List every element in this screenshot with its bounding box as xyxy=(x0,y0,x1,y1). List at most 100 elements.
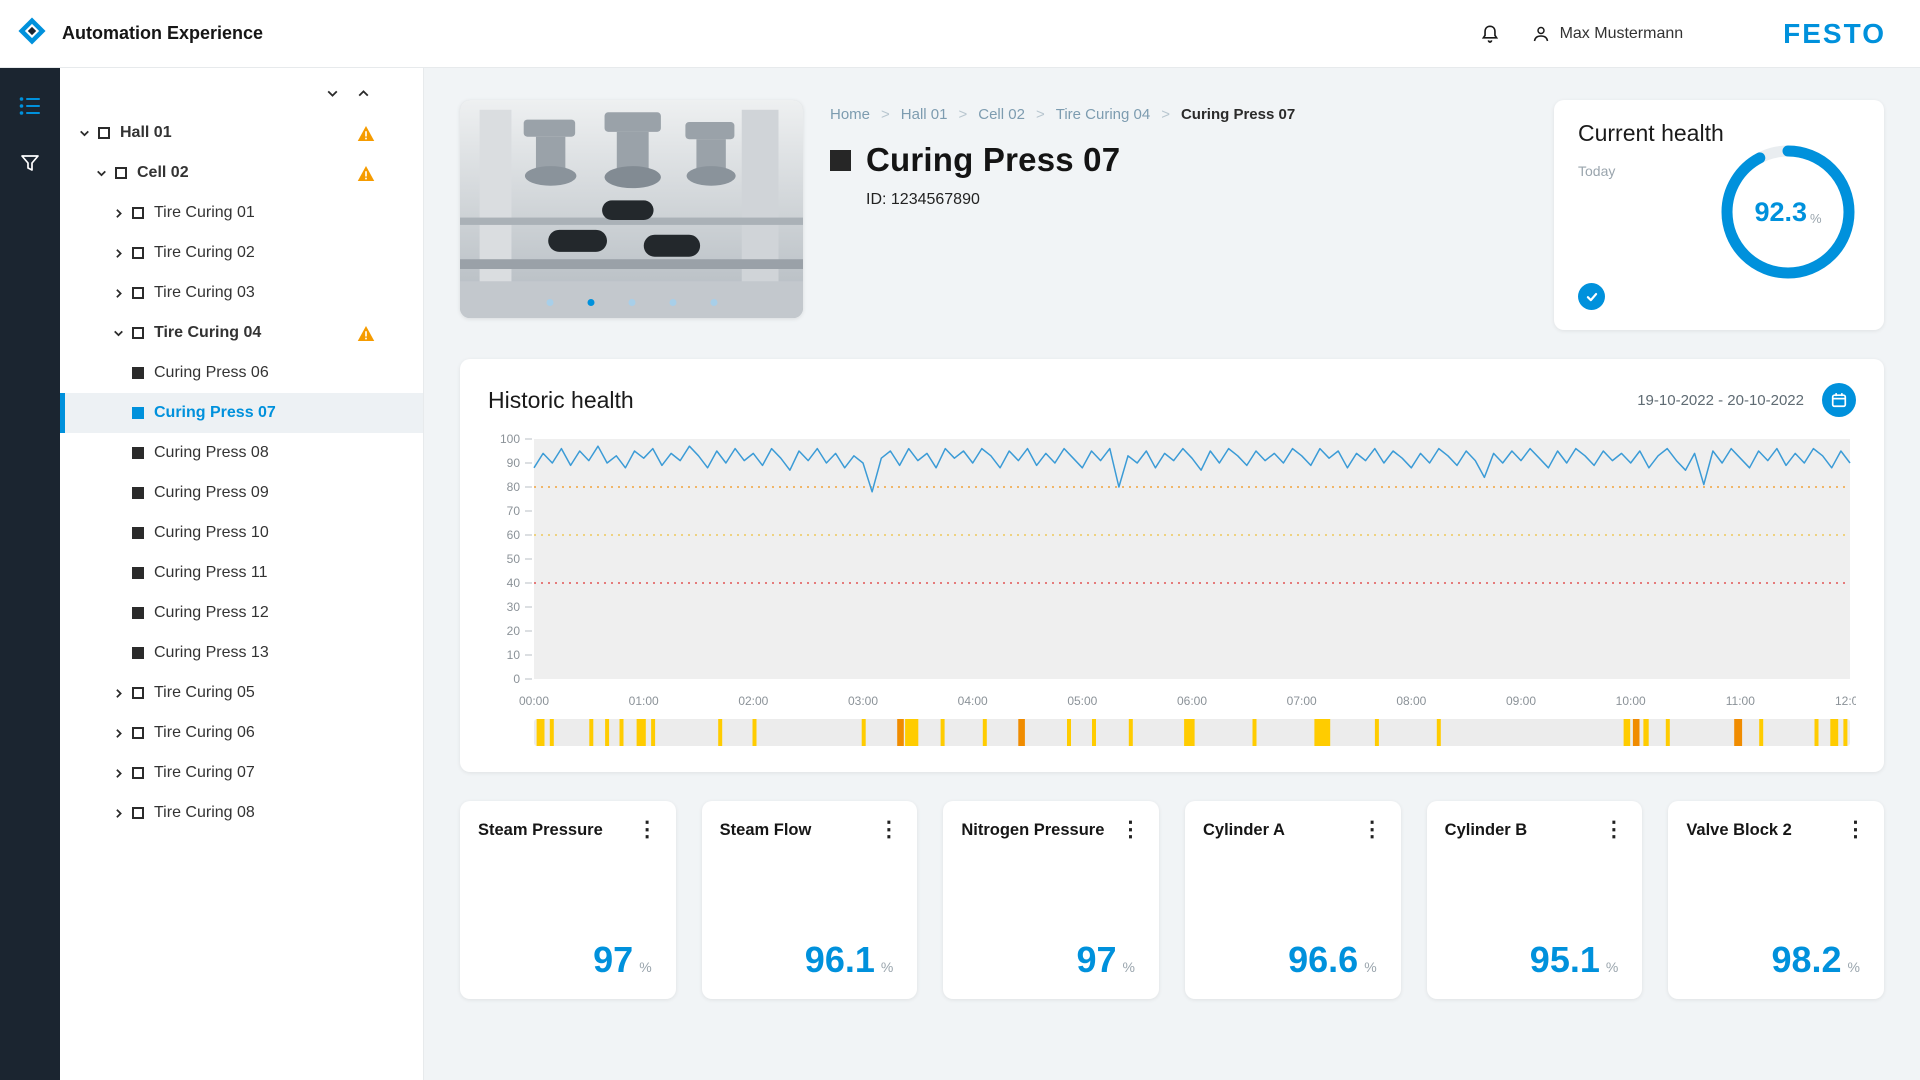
svg-text:30: 30 xyxy=(507,600,521,614)
tree-item-curing-press-10[interactable]: Curing Press 10 xyxy=(60,513,423,553)
festo-logo: FESTO xyxy=(1783,18,1886,50)
left-rail xyxy=(0,68,60,1080)
check-circle-icon xyxy=(1578,283,1605,310)
filter-icon[interactable] xyxy=(19,152,41,174)
group-square-icon xyxy=(98,127,110,139)
asset-square-icon xyxy=(132,647,144,659)
breadcrumb-item[interactable]: Hall 01 xyxy=(901,106,948,123)
svg-text:90: 90 xyxy=(507,456,521,470)
kebab-menu-icon[interactable]: ⋮ xyxy=(878,821,899,840)
chevron-down-icon[interactable] xyxy=(93,167,110,180)
chevron-right-icon[interactable] xyxy=(110,767,127,780)
asset-square-icon xyxy=(132,407,144,419)
event-segment xyxy=(1624,719,1631,746)
kebab-menu-icon[interactable]: ⋮ xyxy=(1603,821,1624,840)
metric-name: Steam Flow xyxy=(720,821,812,840)
tree-list-icon[interactable] xyxy=(18,94,42,118)
tree-item-curing-press-07[interactable]: Curing Press 07 xyxy=(60,393,423,433)
svg-text:10: 10 xyxy=(507,648,521,662)
notifications-bell-icon[interactable] xyxy=(1479,23,1501,45)
metric-name: Steam Pressure xyxy=(478,821,603,840)
breadcrumb-item[interactable]: Cell 02 xyxy=(978,106,1025,123)
metric-value: 97 xyxy=(593,939,633,981)
warning-triangle-icon xyxy=(357,325,375,342)
svg-text:03:00: 03:00 xyxy=(848,694,878,708)
historic-health-card: Historic health 19-10-2022 - 20-10-2022 … xyxy=(460,359,1884,772)
metric-name: Cylinder B xyxy=(1445,821,1528,840)
kebab-menu-icon[interactable]: ⋮ xyxy=(637,821,658,840)
chevron-right-icon[interactable] xyxy=(110,247,127,260)
tree-item-curing-press-08[interactable]: Curing Press 08 xyxy=(60,433,423,473)
tree-item-tire-curing-06[interactable]: Tire Curing 06 xyxy=(60,713,423,753)
tree-item-tire-curing-07[interactable]: Tire Curing 07 xyxy=(60,753,423,793)
machine-photo xyxy=(460,100,803,318)
tree-item-tire-curing-03[interactable]: Tire Curing 03 xyxy=(60,273,423,313)
tree-item-label: Curing Press 08 xyxy=(154,444,269,462)
tree-item-curing-press-09[interactable]: Curing Press 09 xyxy=(60,473,423,513)
chevron-down-icon[interactable] xyxy=(110,327,127,340)
carousel-dot[interactable] xyxy=(587,299,594,306)
chevron-right-icon[interactable] xyxy=(110,807,127,820)
group-square-icon xyxy=(132,727,144,739)
group-square-icon xyxy=(115,167,127,179)
chevron-right-icon[interactable] xyxy=(110,287,127,300)
svg-text:0: 0 xyxy=(513,672,520,686)
chevron-right-icon[interactable] xyxy=(110,207,127,220)
collapse-all-icon[interactable] xyxy=(325,86,340,101)
metric-unit: % xyxy=(1606,959,1618,975)
event-segment xyxy=(550,719,554,746)
group-square-icon xyxy=(132,287,144,299)
tree-item-curing-press-13[interactable]: Curing Press 13 xyxy=(60,633,423,673)
kebab-menu-icon[interactable]: ⋮ xyxy=(1362,821,1383,840)
tree-item-curing-press-06[interactable]: Curing Press 06 xyxy=(60,353,423,393)
tree-item-tire-curing-02[interactable]: Tire Curing 02 xyxy=(60,233,423,273)
chevron-down-icon[interactable] xyxy=(76,127,93,140)
event-segment xyxy=(1375,719,1379,746)
tree-item-tire-curing-08[interactable]: Tire Curing 08 xyxy=(60,793,423,833)
tree-item-tire-curing-04[interactable]: Tire Curing 04 xyxy=(60,313,423,353)
event-segment xyxy=(1067,719,1071,746)
chevron-right-icon[interactable] xyxy=(110,727,127,740)
kebab-menu-icon[interactable]: ⋮ xyxy=(1120,821,1141,840)
tree-item-label: Tire Curing 01 xyxy=(154,204,255,222)
historic-health-chart: 010203040506070809010000:0001:0002:0003:… xyxy=(488,427,1856,758)
carousel-dot[interactable] xyxy=(669,299,676,306)
metric-card-cylinder-a: Cylinder A⋮96.6% xyxy=(1185,801,1401,999)
metric-card-valve-block-2: Valve Block 2⋮98.2% xyxy=(1668,801,1884,999)
metric-unit: % xyxy=(881,959,893,975)
expand-all-icon[interactable] xyxy=(356,86,371,101)
breadcrumb: Home>Hall 01>Cell 02>Tire Curing 04>Curi… xyxy=(830,106,1527,123)
device-id: ID: 1234567890 xyxy=(866,191,1527,209)
warning-triangle-icon xyxy=(357,165,375,182)
svg-text:40: 40 xyxy=(507,576,521,590)
svg-text:50: 50 xyxy=(507,552,521,566)
breadcrumb-item[interactable]: Tire Curing 04 xyxy=(1056,106,1150,123)
machine-photo-card[interactable] xyxy=(460,100,803,318)
tree-item-hall-01[interactable]: Hall 01 xyxy=(60,113,423,153)
tree-item-curing-press-11[interactable]: Curing Press 11 xyxy=(60,553,423,593)
metric-value: 96.6 xyxy=(1288,939,1358,981)
svg-text:09:00: 09:00 xyxy=(1506,694,1536,708)
asset-square-icon xyxy=(132,607,144,619)
user-menu[interactable]: Max Mustermann xyxy=(1531,24,1684,44)
carousel-dot[interactable] xyxy=(628,299,635,306)
historic-chart-svg: 010203040506070809010000:0001:0002:0003:… xyxy=(488,427,1856,753)
event-segment xyxy=(637,719,646,746)
svg-text:04:00: 04:00 xyxy=(958,694,988,708)
kebab-menu-icon[interactable]: ⋮ xyxy=(1845,821,1866,840)
tree-item-curing-press-12[interactable]: Curing Press 12 xyxy=(60,593,423,633)
warning-triangle-icon xyxy=(357,125,375,142)
svg-text:70: 70 xyxy=(507,504,521,518)
carousel-dot[interactable] xyxy=(710,299,717,306)
chevron-right-icon[interactable] xyxy=(110,687,127,700)
tree-item-cell-02[interactable]: Cell 02 xyxy=(60,153,423,193)
current-health-card: Current health Today 92.3 % xyxy=(1554,100,1884,330)
event-segment xyxy=(1314,719,1330,746)
breadcrumb-item[interactable]: Home xyxy=(830,106,870,123)
carousel-dot[interactable] xyxy=(546,299,553,306)
tree-item-tire-curing-05[interactable]: Tire Curing 05 xyxy=(60,673,423,713)
calendar-button[interactable] xyxy=(1822,383,1856,417)
tree-item-tire-curing-01[interactable]: Tire Curing 01 xyxy=(60,193,423,233)
svg-text:08:00: 08:00 xyxy=(1396,694,1426,708)
asset-tree-sidebar: Hall 01Cell 02 Tire Curing 01 Tire Curing … xyxy=(60,68,424,1080)
